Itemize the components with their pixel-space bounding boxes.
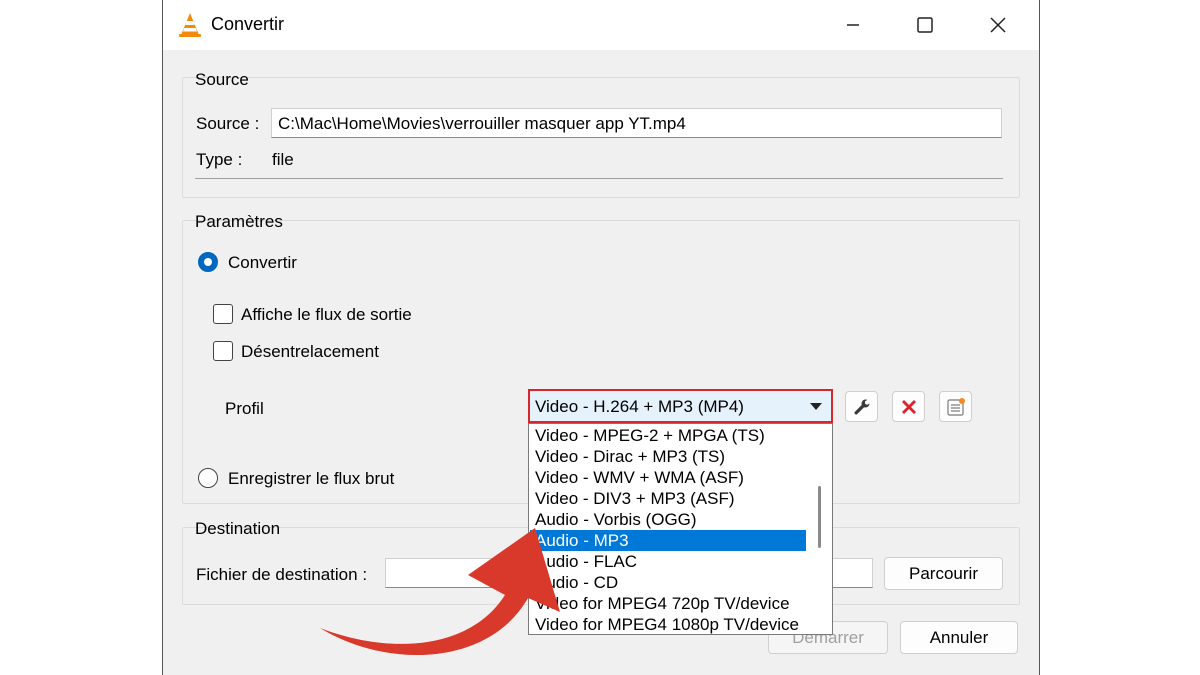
wrench-icon bbox=[854, 398, 869, 414]
browse-button[interactable]: Parcourir bbox=[884, 557, 1003, 590]
dropdown-option[interactable]: Audio - FLAC bbox=[530, 551, 806, 572]
vlc-cone-icon bbox=[179, 13, 201, 37]
settings-group-title: Paramètres bbox=[195, 212, 283, 231]
delete-icon bbox=[901, 399, 916, 414]
destination-group-title: Destination bbox=[195, 519, 281, 538]
source-separator bbox=[195, 178, 1003, 179]
raw-stream-radio[interactable] bbox=[198, 468, 218, 488]
maximize-icon bbox=[917, 17, 933, 33]
cancel-button[interactable]: Annuler bbox=[900, 621, 1018, 654]
convert-dialog: Convertir Source Source : C:\Mac\Home\Mo… bbox=[162, 0, 1040, 675]
dropdown-option[interactable]: Video - MPEG-2 + MPGA (TS) bbox=[530, 425, 806, 446]
show-output-label[interactable]: Affiche le flux de sortie bbox=[241, 305, 412, 325]
scrollbar-thumb[interactable] bbox=[818, 486, 821, 548]
dropdown-option[interactable]: Video for MPEG4 720p TV/device bbox=[530, 593, 806, 614]
type-value: file bbox=[272, 150, 294, 169]
source-path-field[interactable]: C:\Mac\Home\Movies\verrouiller masquer a… bbox=[271, 108, 1002, 138]
profile-dropdown-list[interactable]: Video - MPEG-2 + MPGA (TS) Video - Dirac … bbox=[528, 423, 833, 635]
dropdown-option[interactable]: Audio - Vorbis (OGG) bbox=[530, 509, 806, 530]
deinterlace-checkbox[interactable] bbox=[213, 341, 233, 361]
deinterlace-label[interactable]: Désentrelacement bbox=[241, 342, 379, 362]
dropdown-option[interactable]: Video - WMV + WMA (ASF) bbox=[530, 467, 806, 488]
dropdown-option[interactable]: Audio - CD bbox=[530, 572, 806, 593]
minimize-button[interactable] bbox=[818, 0, 888, 50]
new-profile-icon bbox=[946, 397, 965, 416]
convert-radio[interactable] bbox=[198, 252, 218, 272]
close-icon bbox=[990, 17, 1006, 33]
dropdown-option[interactable]: Video - DIV3 + MP3 (ASF) bbox=[530, 488, 806, 509]
profile-selected-value: Video - H.264 + MP3 (MP4) bbox=[535, 397, 744, 416]
new-profile-button[interactable] bbox=[939, 391, 972, 422]
convert-radio-label[interactable]: Convertir bbox=[228, 253, 297, 273]
source-group-title: Source bbox=[195, 70, 249, 89]
delete-profile-button[interactable] bbox=[892, 391, 925, 422]
destination-file-label: Fichier de destination : bbox=[196, 565, 368, 584]
profile-label: Profil bbox=[225, 399, 264, 418]
dropdown-option[interactable]: Video for MPEG4 1080p TV/device bbox=[530, 614, 806, 634]
title-bar: Convertir bbox=[163, 0, 1039, 50]
close-button[interactable] bbox=[963, 0, 1033, 50]
minimize-icon bbox=[847, 24, 859, 26]
dropdown-option[interactable]: Audio - MP3 bbox=[530, 530, 806, 551]
dropdown-scrollbar[interactable] bbox=[808, 424, 832, 634]
chevron-down-icon[interactable] bbox=[810, 403, 822, 410]
profile-combobox[interactable]: Video - H.264 + MP3 (MP4) bbox=[528, 389, 833, 423]
type-label: Type : bbox=[196, 150, 243, 169]
raw-stream-label[interactable]: Enregistrer le flux brut bbox=[228, 469, 394, 489]
dropdown-option[interactable]: Video - Dirac + MP3 (TS) bbox=[530, 446, 806, 467]
maximize-button[interactable] bbox=[890, 0, 960, 50]
show-output-checkbox[interactable] bbox=[213, 304, 233, 324]
edit-profile-button[interactable] bbox=[845, 391, 878, 422]
source-label: Source : bbox=[196, 114, 260, 133]
window-title: Convertir bbox=[211, 14, 285, 34]
